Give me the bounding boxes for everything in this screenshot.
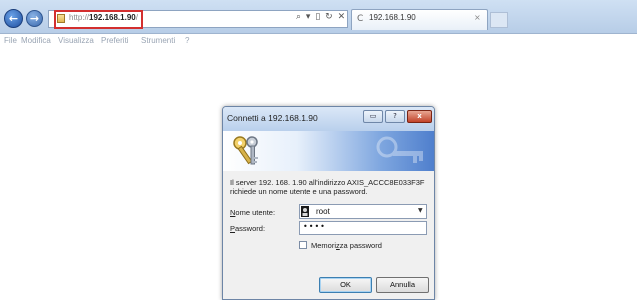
password-value: •••• xyxy=(303,222,326,231)
tab-close-icon[interactable]: × xyxy=(474,13,481,22)
username-label-text: ome utente: xyxy=(235,208,276,217)
remember-label-post: za password xyxy=(339,241,382,250)
minimize-button[interactable]: ▭ xyxy=(363,110,383,123)
keys-icon xyxy=(233,136,258,165)
window-icon: ▭ xyxy=(369,112,377,120)
close-icon: x xyxy=(417,112,422,120)
forward-arrow-icon: → xyxy=(29,12,40,25)
tab-title: 192.168.1.90 xyxy=(369,13,416,22)
ok-button[interactable]: OK xyxy=(319,277,372,293)
username-value: root xyxy=(316,207,330,216)
remember-password-checkbox[interactable] xyxy=(299,241,307,249)
dropdown-arrow-icon[interactable]: ▾ xyxy=(306,12,311,22)
user-icon xyxy=(301,206,309,217)
username-label: Nome utente: xyxy=(230,208,275,217)
menu-visualizza[interactable]: Visualizza xyxy=(58,36,94,45)
menu-file[interactable]: File xyxy=(4,36,17,45)
login-dialog: Connetti a 192.168.1.90 ▭ ? x Il server … xyxy=(222,106,435,300)
cancel-button[interactable]: Annulla xyxy=(376,277,429,293)
new-tab-button[interactable] xyxy=(490,12,508,28)
back-arrow-icon: ← xyxy=(8,12,19,25)
chevron-down-icon[interactable]: ▼ xyxy=(418,207,423,214)
menu-strumenti[interactable]: Strumenti xyxy=(141,36,175,45)
address-bar-tools: ⌕ ▾ ▯ ↻ ✕ xyxy=(296,12,347,22)
auth-message: Il server 192. 168. 1.90 all'indirizzo A… xyxy=(230,178,425,196)
loading-icon: C xyxy=(357,14,364,24)
menu-preferiti[interactable]: Preferiti xyxy=(101,36,129,45)
stop-icon[interactable]: ✕ xyxy=(338,12,346,22)
password-label: Password: xyxy=(230,224,265,233)
address-highlight-box xyxy=(54,10,143,29)
remember-password-label[interactable]: Memorizza password xyxy=(311,241,382,250)
password-label-text: assword: xyxy=(235,224,266,233)
help-icon: ? xyxy=(393,112,397,120)
search-icon[interactable]: ⌕ xyxy=(296,12,301,22)
forward-button[interactable]: → xyxy=(26,10,43,27)
keys-watermark-icon xyxy=(376,136,423,163)
menu-modifica[interactable]: Modifica xyxy=(21,36,51,45)
dialog-title: Connetti a 192.168.1.90 xyxy=(227,113,318,123)
menu-help[interactable]: ? xyxy=(185,36,189,45)
menu-bar xyxy=(0,34,637,47)
help-button[interactable]: ? xyxy=(385,110,405,123)
remember-label-pre: Memori xyxy=(311,241,337,250)
close-button[interactable]: x xyxy=(407,110,432,123)
refresh-icon[interactable]: ↻ xyxy=(325,12,333,22)
compatibility-view-icon[interactable]: ▯ xyxy=(315,12,320,22)
back-button[interactable]: ← xyxy=(4,9,23,28)
